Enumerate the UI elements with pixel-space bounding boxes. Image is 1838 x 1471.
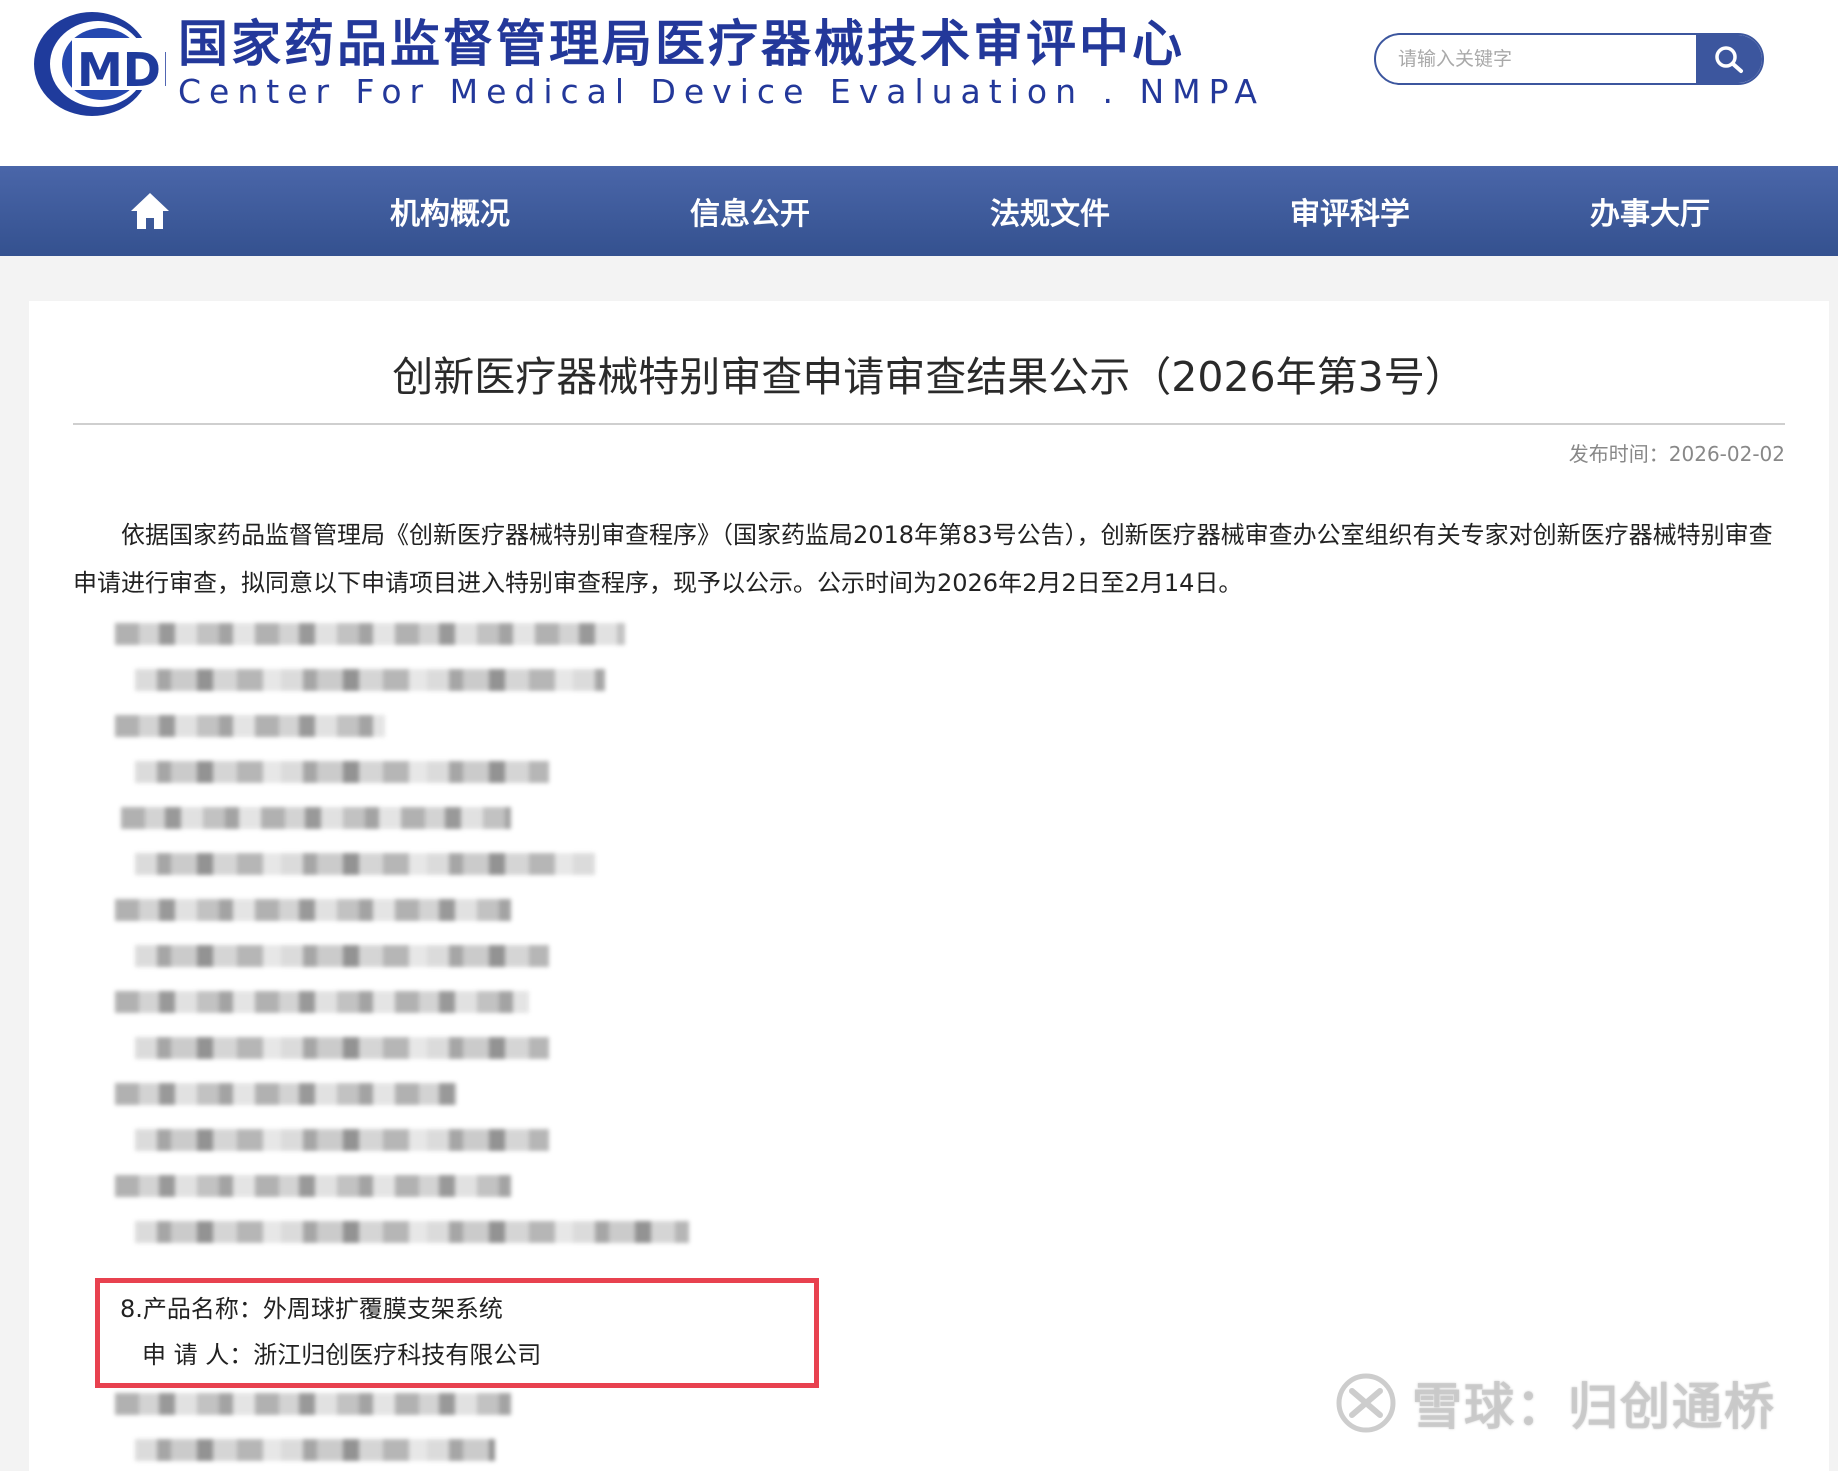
redacted-line: [121, 807, 511, 829]
nav-item-regulations[interactable]: 法规文件: [900, 166, 1200, 256]
xueqiu-logo-icon: [1336, 1373, 1396, 1433]
article-card: 创新医疗器械特别审查申请审查结果公示（2026年第3号） 发布时间：2026-0…: [29, 301, 1829, 1471]
article-title: 创新医疗器械特别审查申请审查结果公示（2026年第3号）: [392, 353, 1466, 401]
search-button[interactable]: [1696, 35, 1762, 83]
mde-logo-icon[interactable]: MDE: [30, 8, 166, 120]
redacted-line: [115, 1393, 511, 1415]
site-title-cn: 国家药品监督管理局医疗器械技术审评中心: [178, 14, 1185, 73]
redacted-line: [115, 1175, 511, 1197]
watermark-text: 雪球：归创通桥: [1412, 1378, 1776, 1436]
watermark: 雪球：归创通桥: [1334, 1368, 1776, 1438]
nav-item-disclosure[interactable]: 信息公开: [600, 166, 900, 256]
search-icon: [1715, 46, 1743, 73]
redacted-line: [135, 761, 549, 783]
site-header: MDE 国家药品监督管理局医疗器械技术审评中心 Center For Medic…: [0, 0, 1838, 166]
redacted-line: [135, 1129, 549, 1151]
nav-item-overview[interactable]: 机构概况: [300, 166, 600, 256]
redacted-line: [115, 899, 511, 921]
redacted-line: [115, 623, 625, 645]
search-box: [1374, 33, 1764, 85]
applicant-name: 申 请 人：浙江归创医疗科技有限公司: [142, 1341, 542, 1369]
nav-home[interactable]: [0, 166, 300, 256]
redacted-line: [135, 1221, 689, 1243]
redacted-line: [115, 1083, 457, 1105]
title-divider: [73, 423, 1785, 425]
redacted-line: [135, 853, 595, 875]
search-input[interactable]: [1398, 35, 1698, 83]
article-intro: 依据国家药品监督管理局《创新医疗器械特别审查程序》（国家药监局2018年第83号…: [73, 521, 1773, 597]
product-name: 8.产品名称：外周球扩覆膜支架系统: [120, 1295, 503, 1323]
site-title-en: Center For Medical Device Evaluation . N…: [178, 72, 1265, 111]
nav-item-review-science[interactable]: 审评科学: [1200, 166, 1500, 256]
redacted-line: [135, 1037, 549, 1059]
main-nav: 机构概况 信息公开 法规文件 审评科学 办事大厅: [0, 166, 1838, 256]
home-icon: [131, 193, 169, 229]
svg-text:MDE: MDE: [77, 43, 166, 97]
redacted-line: [115, 715, 385, 737]
redacted-line: [115, 991, 529, 1013]
publish-date: 2026-02-02: [1668, 442, 1785, 466]
publish-label: 发布时间：: [1568, 442, 1669, 466]
redacted-line: [135, 945, 549, 967]
redacted-line: [135, 669, 605, 691]
nav-item-service-hall[interactable]: 办事大厅: [1500, 166, 1800, 256]
publish-time: 发布时间：2026-02-02: [1569, 437, 1785, 471]
highlighted-entry: 8.产品名称：外周球扩覆膜支架系统 申 请 人：浙江归创医疗科技有限公司: [95, 1278, 819, 1388]
